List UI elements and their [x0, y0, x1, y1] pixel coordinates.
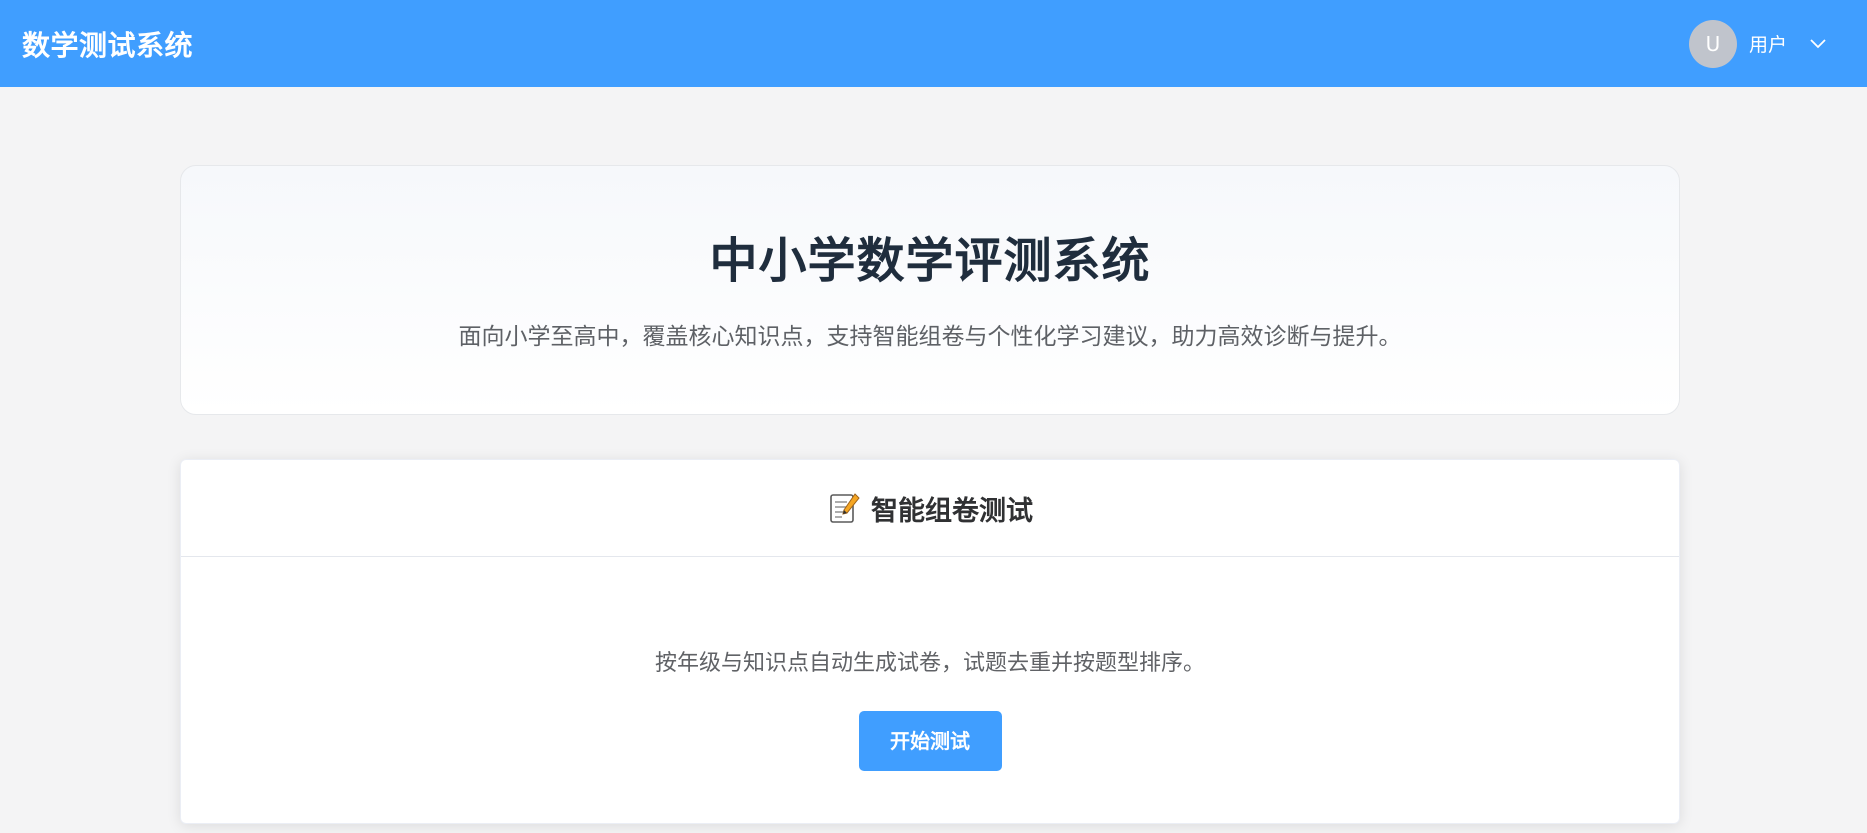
smart-test-card: 智能组卷测试 按年级与知识点自动生成试卷，试题去重并按题型排序。 开始测试 [180, 459, 1680, 824]
card-title: 智能组卷测试 [871, 495, 1033, 527]
card-header: 智能组卷测试 [181, 460, 1679, 557]
card-body: 按年级与知识点自动生成试卷，试题去重并按题型排序。 开始测试 [181, 645, 1679, 771]
app-title: 数学测试系统 [22, 28, 194, 62]
avatar[interactable]: U [1688, 19, 1737, 68]
top-navbar: 数学测试系统 U 用户 [0, 0, 1867, 87]
user-menu[interactable]: U 用户 [1688, 19, 1827, 68]
chevron-down-icon[interactable] [1809, 35, 1827, 53]
memo-icon [827, 491, 861, 525]
start-test-button[interactable]: 开始测试 [858, 711, 1002, 771]
card-description: 按年级与知识点自动生成试卷，试题去重并按题型排序。 [654, 651, 1205, 676]
user-name[interactable]: 用户 [1749, 30, 1787, 57]
hero-banner: 中小学数学评测系统 面向小学至高中，覆盖核心知识点，支持智能组卷与个性化学习建议… [180, 165, 1680, 415]
hero-title: 中小学数学评测系统 [709, 233, 1151, 289]
hero-subtitle: 面向小学至高中，覆盖核心知识点，支持智能组卷与个性化学习建议，助力高效诊断与提升… [458, 324, 1402, 350]
